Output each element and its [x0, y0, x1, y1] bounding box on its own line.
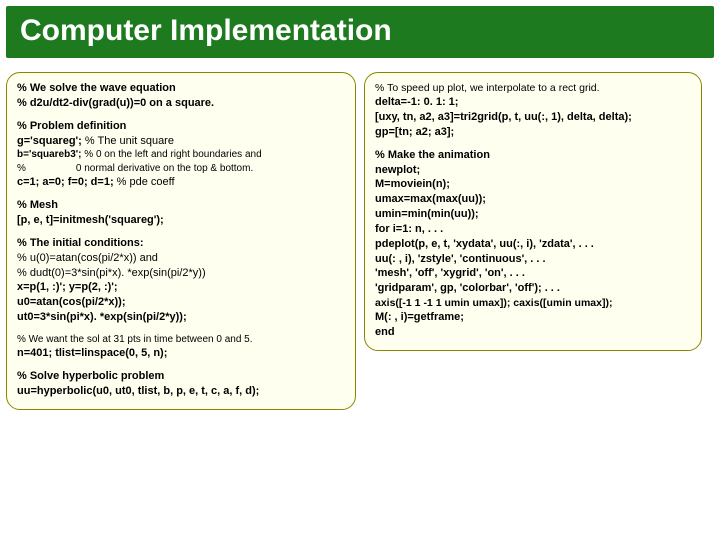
code-line: 'mesh', 'off', 'xygrid', 'on', . . . [375, 266, 691, 281]
code-line: % dudt(0)=3*sin(pi*x). *exp(sin(pi/2*y)) [17, 266, 345, 281]
code-line: % The initial conditions: [17, 236, 345, 251]
code-line: newplot; [375, 163, 691, 178]
slide-content: % We solve the wave equation % d2u/dt2-d… [0, 64, 720, 416]
code-line: M(: , i)=getframe; [375, 310, 691, 325]
code-line: 'gridparam', gp, 'colorbar', 'off'); . .… [375, 281, 691, 296]
slide-title: Computer Implementation [6, 6, 714, 58]
code-line: end [375, 325, 691, 340]
code-line: g='squareg'; % The unit square [17, 134, 345, 149]
code-line: % Solve hyperbolic problem [17, 369, 345, 384]
code-line: % We solve the wave equation [17, 81, 345, 96]
code-line: M=moviein(n); [375, 177, 691, 192]
code-line: n=401; tlist=linspace(0, 5, n); [17, 346, 345, 361]
code-line: delta=-1: 0. 1: 1; [375, 95, 691, 110]
code-line: umin=min(min(uu)); [375, 207, 691, 222]
code-line: for i=1: n, . . . [375, 222, 691, 237]
code-line: % Make the animation [375, 148, 691, 163]
left-code-panel: % We solve the wave equation % d2u/dt2-d… [6, 72, 356, 410]
code-line: x=p(1, :)'; y=p(2, :)'; [17, 280, 345, 295]
code-line: [uxy, tn, a2, a3]=tri2grid(p, t, uu(:, 1… [375, 110, 691, 125]
code-line: gp=[tn; a2; a3]; [375, 125, 691, 140]
right-code-panel: % To speed up plot, we interpolate to a … [364, 72, 702, 351]
code-line: b='squareb3'; % 0 on the left and right … [17, 148, 345, 162]
code-line: ut0=3*sin(pi*x). *exp(sin(pi/2*y)); [17, 310, 345, 325]
code-line: c=1; a=0; f=0; d=1; % pde coeff [17, 175, 345, 190]
code-line: % We want the sol at 31 pts in time betw… [17, 333, 345, 347]
code-line: [p, e, t]=initmesh('squareg'); [17, 213, 345, 228]
code-line: % d2u/dt2-div(grad(u))=0 on a square. [17, 96, 345, 111]
code-line: % To speed up plot, we interpolate to a … [375, 81, 691, 95]
code-line: % Mesh [17, 198, 345, 213]
code-line: % u(0)=atan(cos(pi/2*x)) and [17, 251, 345, 266]
code-line: uu(: , i), 'zstyle', 'continuous', . . . [375, 252, 691, 267]
code-line: %0 normal derivative on the top & bottom… [17, 162, 345, 176]
code-line: uu=hyperbolic(u0, ut0, tlist, b, p, e, t… [17, 384, 345, 399]
code-line: % Problem definition [17, 119, 345, 134]
code-line: pdeplot(p, e, t, 'xydata', uu(:, i), 'zd… [375, 237, 691, 252]
code-line: axis([-1 1 -1 1 umin umax]); caxis([umin… [375, 296, 691, 310]
code-line: umax=max(max(uu)); [375, 192, 691, 207]
code-line: u0=atan(cos(pi/2*x)); [17, 295, 345, 310]
